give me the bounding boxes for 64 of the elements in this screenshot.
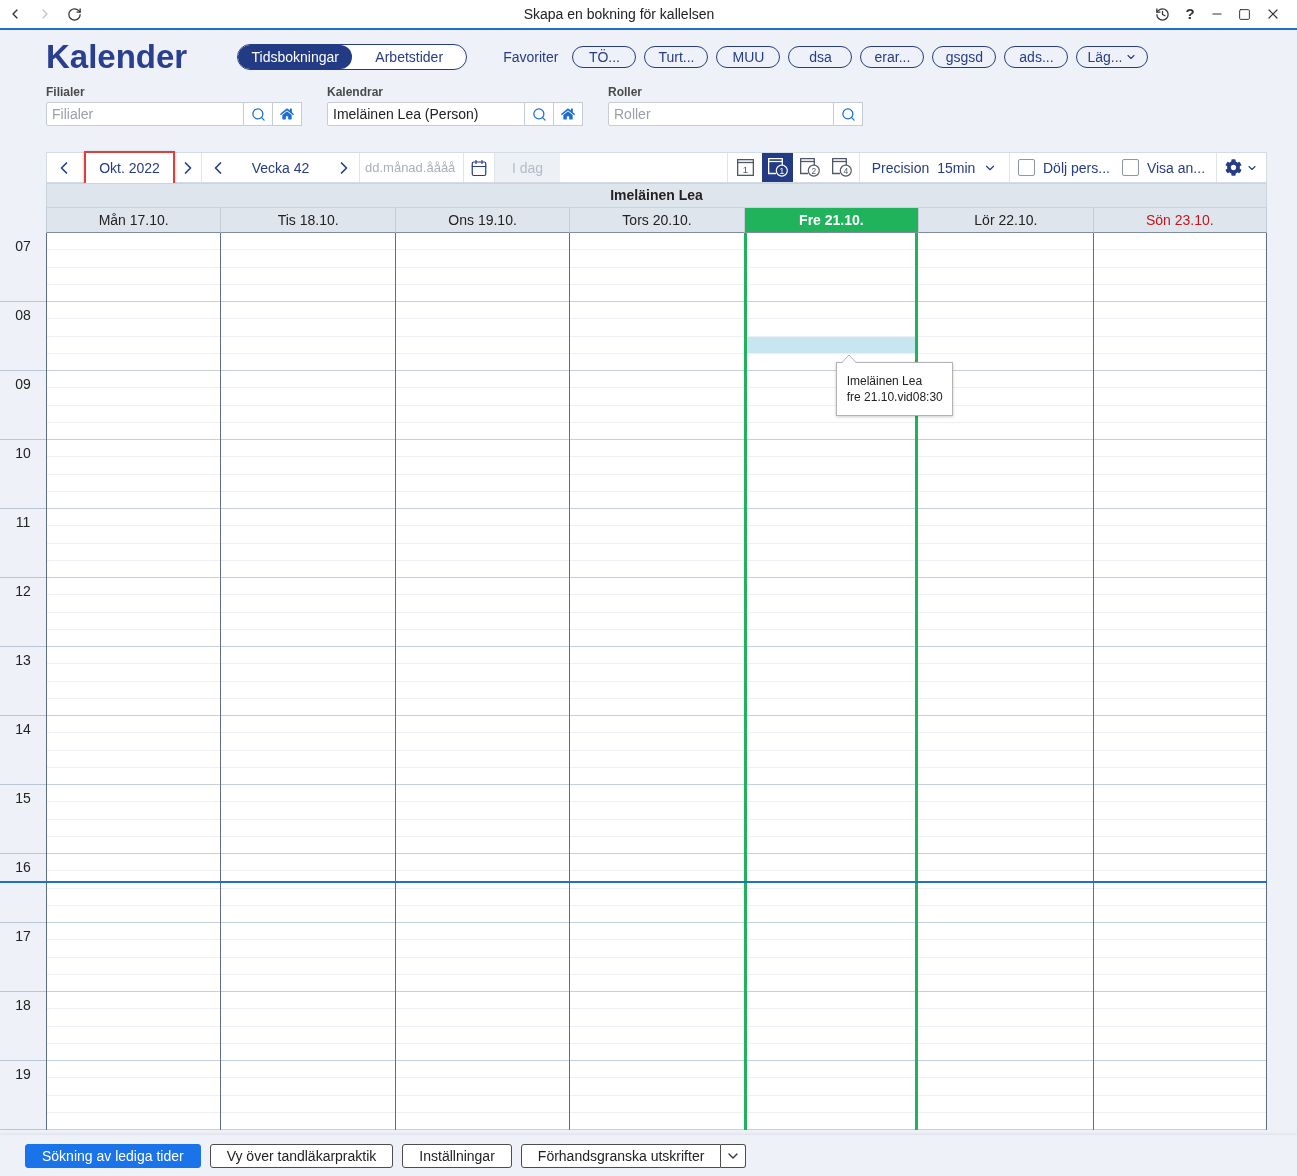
- calendar-icon: [470, 158, 488, 177]
- day-header[interactable]: Lör 22.10.: [918, 207, 1093, 233]
- view-button[interactable]: 1: [730, 153, 761, 182]
- search-button[interactable]: [244, 102, 273, 126]
- search-button[interactable]: [834, 102, 863, 126]
- hour-label: 19: [15, 1066, 31, 1082]
- text-field[interactable]: Filialer: [46, 102, 244, 126]
- resource-header: Imeläinen Lea: [46, 183, 1267, 207]
- checkbox-label[interactable]: Visa an...: [1146, 159, 1206, 176]
- hour-label: 18: [15, 997, 31, 1013]
- field-label: Kalendrar: [327, 85, 384, 99]
- settings-icon: [1225, 159, 1242, 176]
- tooltip-text: Imeläinen Lea: [846, 373, 924, 389]
- hour-label: 09: [15, 376, 31, 392]
- text-field[interactable]: Roller: [608, 102, 834, 126]
- tooltip-text: fre 21.10.vid08:30: [846, 389, 943, 405]
- search-button[interactable]: [525, 102, 554, 126]
- mode-tab[interactable]: Arbetstider: [352, 45, 467, 69]
- footer-button[interactable]: Förhandsgranska utskrifter: [520, 1143, 722, 1168]
- search-times-button[interactable]: Sökning av lediga tider: [25, 1143, 201, 1168]
- day-header[interactable]: Tis 18.10.: [220, 207, 395, 233]
- hour-label: 13: [15, 652, 31, 668]
- hour-label: 11: [15, 514, 31, 530]
- hour-label: 16: [15, 859, 31, 875]
- hour-label: 08: [15, 307, 31, 323]
- maximize-icon[interactable]: [1238, 7, 1251, 21]
- home-button[interactable]: [273, 102, 302, 126]
- favorites-label: Favoriter: [503, 49, 559, 65]
- page-title: Kalender: [46, 37, 188, 77]
- field-label: Filialer: [46, 85, 85, 99]
- history-icon[interactable]: [1155, 6, 1170, 22]
- text-field[interactable]: Imeläinen Lea (Person): [327, 102, 525, 126]
- hour-label: 15: [15, 790, 31, 806]
- month-label[interactable]: Okt. 2022: [84, 150, 175, 185]
- search-icon: [531, 106, 547, 122]
- view-button[interactable]: 4: [826, 153, 857, 182]
- field-label: Roller: [608, 85, 642, 99]
- hour-label: 17: [15, 928, 31, 944]
- day-header[interactable]: Sön 23.10.: [1092, 207, 1267, 233]
- home-icon: [280, 107, 294, 121]
- calendar-icon: 1: [737, 159, 754, 176]
- footer-button[interactable]: Inställningar: [402, 1143, 512, 1168]
- hour-label: 10: [15, 445, 31, 461]
- dropdown-button[interactable]: [721, 1143, 747, 1168]
- window-title: Skapa en bokning för kallelsen: [522, 6, 716, 22]
- day-header[interactable]: Tors 20.10.: [569, 207, 744, 233]
- mode-tab[interactable]: Tidsbokningar: [238, 45, 353, 69]
- refresh-icon[interactable]: [67, 6, 82, 22]
- home-button[interactable]: [554, 102, 583, 126]
- checkbox-label[interactable]: Dölj pers...: [1043, 159, 1110, 176]
- help-button[interactable]: ?: [1184, 6, 1196, 22]
- home-icon: [561, 107, 575, 121]
- checkbox[interactable]: [1121, 159, 1139, 176]
- footer-button[interactable]: Vy över tandläkarpraktik: [209, 1143, 394, 1168]
- search-icon: [250, 106, 266, 122]
- search-icon: [840, 106, 856, 122]
- hour-label: 07: [15, 238, 31, 254]
- day-header[interactable]: Mån 17.10.: [46, 207, 221, 233]
- checkbox[interactable]: [1018, 159, 1035, 176]
- view-button[interactable]: 1: [762, 153, 793, 182]
- day-header[interactable]: Ons 19.10.: [394, 207, 570, 233]
- view-button[interactable]: 2: [794, 153, 825, 182]
- hour-label: 14: [15, 721, 31, 737]
- hour-label: 12: [15, 583, 31, 599]
